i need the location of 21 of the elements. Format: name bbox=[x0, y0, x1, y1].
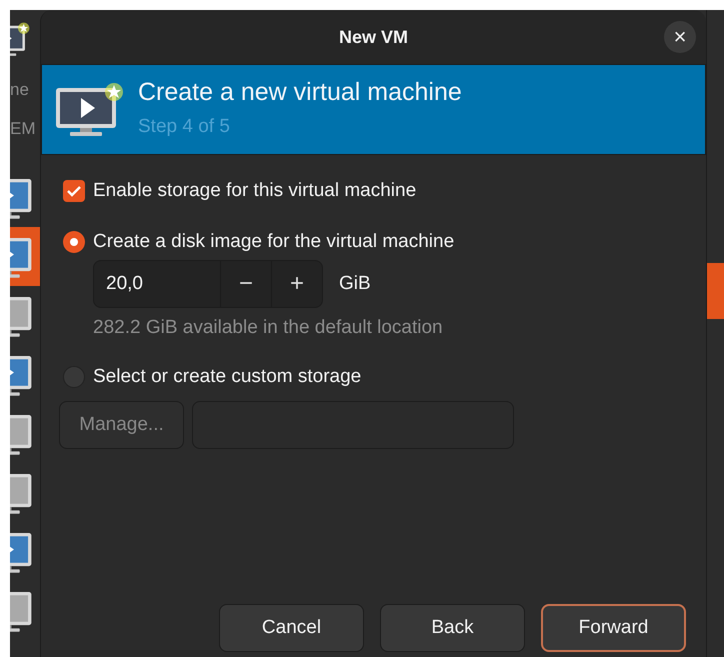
check-icon bbox=[66, 183, 82, 200]
new-vm-icon bbox=[54, 82, 124, 138]
background-label: ne bbox=[10, 80, 29, 98]
checkbox-label: Enable storage for this virtual machine bbox=[93, 179, 416, 203]
dialog-button[interactable]: Forward bbox=[541, 604, 686, 652]
header-title: Create a new virtual machine bbox=[138, 77, 462, 108]
available-space-text: 282.2 GiB available in the default location bbox=[93, 316, 444, 340]
dialog-button[interactable]: Cancel bbox=[219, 604, 364, 652]
radio-button[interactable] bbox=[63, 230, 85, 253]
radio-label: Select or create custom storage bbox=[93, 364, 362, 388]
unit-label: GiB bbox=[339, 272, 371, 296]
close-button[interactable]: × bbox=[664, 21, 696, 53]
increment-button[interactable]: + bbox=[271, 261, 322, 307]
radio-label: Create a disk image for the virtual machine bbox=[93, 230, 454, 254]
size-spinner[interactable]: 20,0 − + bbox=[93, 260, 323, 308]
background-label: EM bbox=[10, 120, 36, 136]
step-indicator: Step 4 of 5 bbox=[138, 115, 231, 140]
decrement-button[interactable]: − bbox=[220, 261, 271, 307]
dialog-button[interactable]: Back bbox=[380, 604, 525, 652]
checkbox[interactable] bbox=[63, 180, 85, 202]
window-title: New VM bbox=[338, 26, 408, 48]
